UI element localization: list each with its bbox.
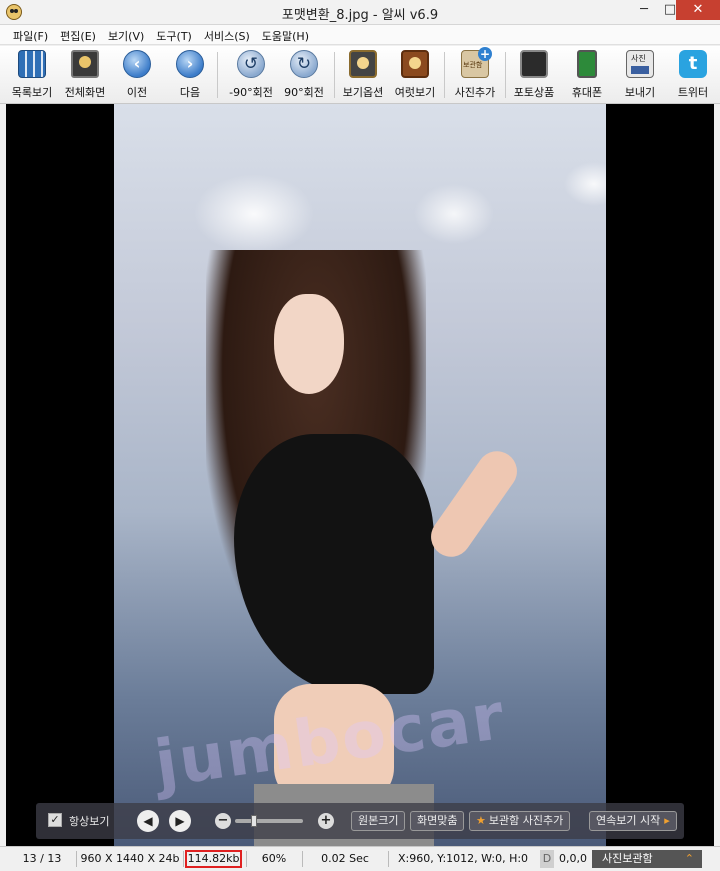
next-button[interactable]: › 다음 [170, 50, 210, 100]
add-photo-button[interactable]: 보관함 사진추가 [452, 47, 498, 100]
title-bar: 포맷변환_8.jpg - 알씨 v6.9 ─ □ ✕ [0, 0, 720, 25]
twitter-icon: t [679, 50, 707, 78]
close-button[interactable]: ✕ [676, 0, 720, 20]
image-index: 13 / 13 [22, 852, 62, 865]
toolbar-divider [505, 52, 506, 98]
status-divider [183, 851, 184, 867]
menu-help[interactable]: 도움말(H) [256, 25, 315, 44]
photo-album-toggle[interactable]: 사진보관함 ⌃ [592, 850, 702, 868]
zoom-level: 60% [261, 852, 287, 865]
rotate-left-icon: ↺ [237, 50, 265, 78]
mobile-label: 휴대폰 [571, 86, 603, 99]
add-to-album-button[interactable]: ★ 보관함 사진추가 [469, 811, 571, 831]
status-divider [246, 851, 247, 867]
menu-view[interactable]: 보기(V) [102, 25, 150, 44]
cursor-position: X:960, Y:1012, W:0, H:0 [397, 852, 529, 865]
add-to-album-label: 보관함 사진추가 [488, 814, 564, 827]
send-badge-text: 사진 [631, 54, 646, 63]
toolbar-divider [444, 52, 445, 98]
photo-product-icon [520, 50, 548, 78]
menu-services[interactable]: 서비스(S) [198, 25, 256, 44]
multi-view-label: 여럿보기 [394, 86, 436, 99]
d-indicator: D [540, 850, 554, 868]
twitter-label: 트위터 [677, 86, 709, 99]
viewer-prev-button[interactable]: ◀ [137, 810, 159, 832]
viewer-next-button[interactable]: ▶ [169, 810, 191, 832]
send-button[interactable]: 사진 보내기 [620, 50, 660, 100]
image-viewer[interactable]: jumbocar ✓ 항상보기 ◀ ▶ − + 원본크기 화면맞춤 ★ 보관함 사… [6, 104, 714, 846]
zoom-slider-thumb[interactable] [251, 815, 257, 827]
always-view-checkbox[interactable]: ✓ [48, 813, 62, 827]
status-divider [76, 851, 77, 867]
toolbar: 목록보기 전체화면 ‹ 이전 › 다음 ↺ -90°회전 ↻ 90°회전 보기옵… [0, 46, 720, 104]
send-photo-icon: 사진 [626, 50, 654, 78]
file-size: 114.82kb [185, 850, 242, 868]
status-bar: 13 / 13 960 X 1440 X 24b 114.82kb 60% 0.… [0, 846, 720, 871]
add-photo-label: 사진추가 [454, 86, 496, 99]
grid-icon [18, 50, 46, 78]
multi-view-icon [401, 50, 429, 78]
twitter-button[interactable]: t 트위터 [673, 50, 713, 100]
photo-top [234, 434, 434, 694]
phone-icon [577, 50, 597, 78]
rotate-left-label: -90°회전 [229, 86, 273, 99]
album-add-icon: 보관함 [461, 47, 492, 78]
photo-image: jumbocar [114, 104, 606, 846]
mobile-button[interactable]: 휴대폰 [567, 50, 607, 100]
window-title: 포맷변환_8.jpg - 알씨 v6.9 [281, 8, 439, 23]
menu-edit[interactable]: 편집(E) [54, 25, 102, 44]
menu-tools[interactable]: 도구(T) [150, 25, 198, 44]
zoom-in-button[interactable]: + [318, 813, 334, 829]
minimize-button[interactable]: ─ [631, 0, 657, 20]
viewer-control-bar: ✓ 항상보기 ◀ ▶ − + 원본크기 화면맞춤 ★ 보관함 사진추가 연속보기 … [36, 803, 684, 839]
menu-bar: 파일(F) 편집(E) 보기(V) 도구(T) 서비스(S) 도움말(H) [0, 25, 720, 45]
list-view-button[interactable]: 목록보기 [9, 50, 55, 100]
view-options-button[interactable]: 보기옵션 [340, 50, 386, 100]
zoom-out-button[interactable]: − [215, 813, 231, 829]
arrow-right-icon: › [176, 50, 204, 78]
photo-face [274, 294, 344, 394]
next-label: 다음 [179, 86, 201, 99]
prev-label: 이전 [126, 86, 148, 99]
slideshow-button[interactable]: 연속보기 시작 ▸ [589, 811, 677, 831]
status-divider [302, 851, 303, 867]
send-label: 보내기 [624, 86, 656, 99]
photo-album-label: 사진보관함 [602, 852, 653, 865]
chevron-up-icon: ⌃ [684, 852, 694, 865]
image-dimensions: 960 X 1440 X 24b [80, 852, 180, 865]
photo-product-label: 포토상품 [513, 86, 555, 99]
toolbar-divider [334, 52, 335, 98]
play-icon: ▸ [664, 814, 670, 827]
menu-file[interactable]: 파일(F) [7, 25, 54, 44]
original-size-button[interactable]: 원본크기 [351, 811, 406, 831]
album-badge-text: 보관함 [463, 61, 483, 69]
arrow-left-icon: ‹ [123, 50, 151, 78]
multi-view-button[interactable]: 여럿보기 [392, 50, 438, 100]
fullscreen-label: 전체화면 [64, 86, 106, 99]
fit-screen-button[interactable]: 화면맞춤 [410, 811, 465, 831]
load-time: 0.02 Sec [321, 852, 369, 865]
slideshow-label: 연속보기 시작 [596, 814, 661, 827]
view-options-icon [349, 50, 377, 78]
fullscreen-button[interactable]: 전체화면 [62, 50, 108, 100]
view-options-label: 보기옵션 [342, 86, 384, 99]
list-view-label: 목록보기 [11, 86, 53, 99]
toolbar-divider [217, 52, 218, 98]
zoom-slider[interactable] [235, 815, 303, 827]
rotate-right-label: 90°회전 [284, 86, 324, 99]
pixel-color: 0,0,0 [559, 852, 587, 865]
status-divider [388, 851, 389, 867]
rotate-right-icon: ↻ [290, 50, 318, 78]
always-view-label: 항상보기 [69, 815, 110, 828]
prev-button[interactable]: ‹ 이전 [117, 50, 157, 100]
monitor-icon [71, 50, 99, 78]
rotate-right-button[interactable]: ↻ 90°회전 [279, 50, 329, 100]
photo-product-button[interactable]: 포토상품 [511, 50, 557, 100]
photo-arm [423, 443, 525, 565]
star-icon: ★ [476, 814, 486, 827]
rotate-left-button[interactable]: ↺ -90°회전 [226, 50, 276, 100]
